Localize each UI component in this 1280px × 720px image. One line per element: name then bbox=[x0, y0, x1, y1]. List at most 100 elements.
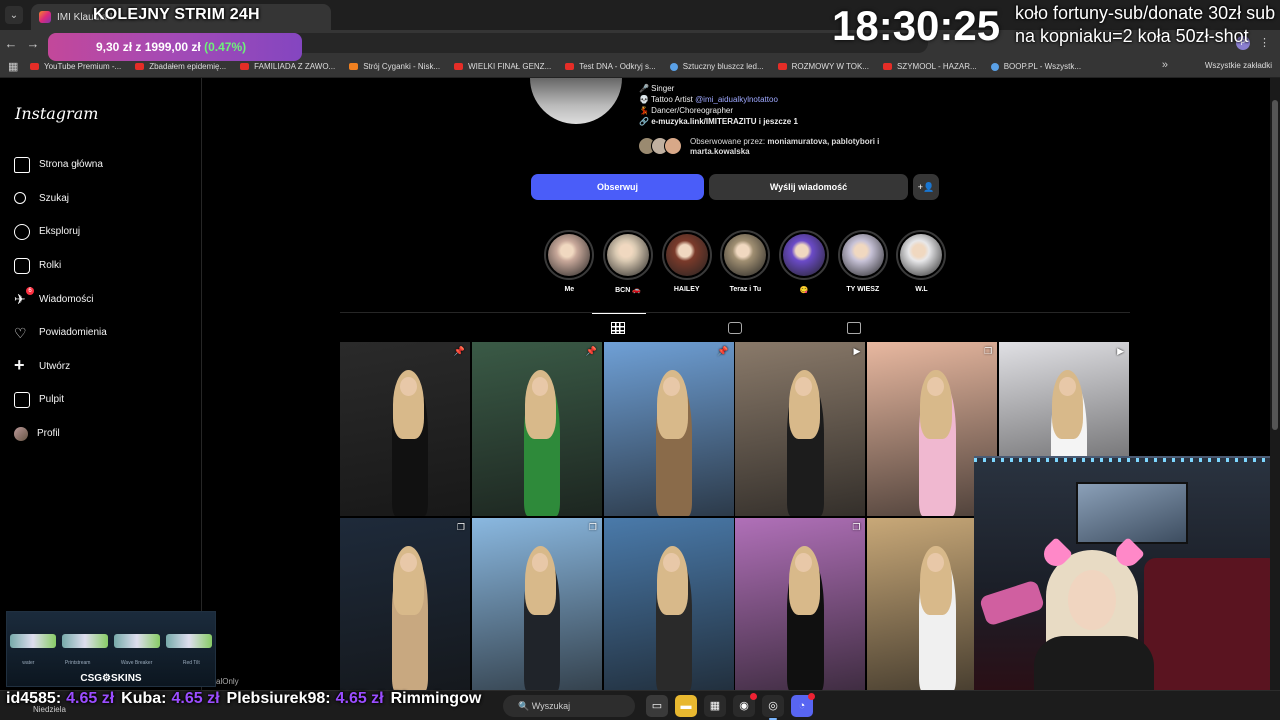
all-bookmarks-button[interactable]: Wszystkie zakładki bbox=[1205, 61, 1272, 70]
bookmark-item[interactable]: Test DNA - Odkryj s... bbox=[565, 62, 656, 71]
sidebar-item-compass[interactable]: Eksploruj bbox=[14, 215, 107, 249]
sidebar-item-messenger[interactable]: ✈ 6 Wiadomości bbox=[14, 282, 107, 316]
reel-icon: ▶ bbox=[853, 346, 861, 356]
bio-link-text[interactable]: e-muzyka.link/IMITERAZITU i jeszcze 1 bbox=[651, 117, 798, 126]
forward-icon[interactable]: → bbox=[22, 36, 44, 51]
bookmark-item[interactable]: YouTube Premium -... bbox=[30, 62, 121, 71]
taskbar-search-input[interactable]: 🔍 Wyszukaj bbox=[503, 695, 635, 717]
sidebar-item-heart[interactable]: ♡ Powiadomienia bbox=[14, 316, 107, 350]
back-icon[interactable]: ← bbox=[0, 36, 22, 51]
ad-labels: water Printstream Wave Breaker Red Tilt bbox=[7, 660, 215, 666]
followed-by[interactable]: Obserwowane przez: moniamuratova, pablot… bbox=[638, 137, 879, 157]
story-highlight[interactable]: HAILEY bbox=[657, 230, 716, 294]
sidebar-item-label: Utwórz bbox=[39, 360, 71, 372]
sidebar-item-label: Profil bbox=[37, 428, 60, 440]
discord-icon[interactable]: ◔ bbox=[791, 693, 815, 717]
taskbar-search-placeholder: Wyszukaj bbox=[531, 701, 571, 711]
bookmark-item[interactable]: ROZMOWY W TOK... bbox=[777, 62, 869, 71]
bookmarks-more-button[interactable]: » bbox=[1162, 59, 1168, 71]
bookmark-item[interactable]: BOOP.PL - Wszystk... bbox=[990, 62, 1082, 71]
send-message-button[interactable]: Wyślij wiadomość bbox=[709, 174, 908, 200]
tab-search-icon[interactable]: ⌄ bbox=[5, 6, 23, 24]
sidebar-item-plus[interactable]: + Utwórz bbox=[14, 350, 107, 384]
bookmark-label: Strój Cyganki - Nisk... bbox=[363, 62, 441, 71]
instagram-logo[interactable]: Instagram bbox=[15, 104, 98, 123]
globe-icon bbox=[669, 62, 678, 71]
sidebar-item-reels[interactable]: Rolki bbox=[14, 249, 107, 283]
globe-icon bbox=[990, 62, 999, 71]
highlight-label: BCN 🚗 bbox=[615, 287, 641, 294]
post-face bbox=[399, 552, 417, 572]
post-thumbnail[interactable]: 📌 bbox=[340, 342, 470, 516]
donation-ticker: id4585: 4.65 zł Kuba: 4.65 zł Plebsiurek98: 4… bbox=[6, 690, 481, 714]
bio-tattoo-link[interactable]: @imi_aidualkylnotattoo bbox=[695, 95, 778, 104]
post-thumbnail[interactable]: ❐ bbox=[340, 518, 470, 692]
taskview-icon[interactable]: ▭ bbox=[646, 695, 668, 717]
story-highlight[interactable]: BCN 🚗 bbox=[599, 230, 658, 294]
tab-posts-grid-icon[interactable] bbox=[592, 313, 646, 334]
bookmark-label: YouTube Premium -... bbox=[44, 62, 122, 71]
bookmark-item[interactable]: FAMILIADA Z ZAWO... bbox=[240, 62, 335, 71]
post-thumbnail[interactable]: ❐ bbox=[735, 518, 866, 692]
apps-grid-icon[interactable]: ▦ bbox=[8, 60, 20, 73]
bookmark-label: BOOP.PL - Wszystk... bbox=[1003, 62, 1082, 71]
youtube-icon bbox=[882, 63, 892, 70]
weapon-skin bbox=[166, 634, 212, 648]
pinned-icon: 📌 bbox=[453, 346, 465, 356]
bookmark-item[interactable]: SZYMOOL - HAZAR... bbox=[882, 62, 977, 71]
story-highlight[interactable]: Me bbox=[540, 230, 599, 294]
highlight-image bbox=[665, 234, 708, 276]
store-icon[interactable]: ▦ bbox=[704, 695, 726, 717]
csgo-skins-ad[interactable]: water Printstream Wave Breaker Red Tilt CSG… bbox=[6, 611, 216, 687]
sidebar-item-dashboard[interactable]: Pulpit bbox=[14, 383, 107, 417]
wall-picture bbox=[1076, 482, 1188, 544]
post-thumbnail[interactable]: ❐ bbox=[471, 518, 602, 692]
highlight-label: Teraz i Tu bbox=[729, 286, 762, 293]
highlight-image bbox=[900, 234, 943, 276]
post-thumbnail[interactable] bbox=[603, 518, 734, 692]
webcam-overlay bbox=[974, 456, 1280, 690]
sidebar-item-home[interactable]: Strona główna bbox=[14, 148, 107, 182]
youtube-icon bbox=[565, 63, 575, 70]
obs-icon[interactable]: ◉ bbox=[733, 693, 757, 717]
suggested-users-button[interactable]: +👤 bbox=[913, 174, 939, 200]
dashboard-icon bbox=[14, 391, 30, 408]
chrome-icon[interactable]: ◎ bbox=[762, 695, 784, 720]
bookmark-item[interactable]: Sztuczny bluszcz led... bbox=[669, 62, 764, 71]
story-highlight[interactable]: 😋 bbox=[775, 230, 834, 294]
youtube-icon bbox=[135, 63, 145, 70]
bio-external-link[interactable]: 🔗 e-muzyka.link/IMITERAZITU i jeszcze 1 bbox=[639, 116, 798, 127]
story-highlight[interactable]: Teraz i Tu bbox=[716, 230, 775, 294]
bio-tattoo-label: 💀 Tattoo Artist bbox=[639, 95, 696, 104]
bookmark-label: Zbadałem epidemię... bbox=[149, 62, 227, 71]
search-icon bbox=[14, 192, 26, 205]
highlight-ring bbox=[896, 230, 947, 280]
streamer-face bbox=[1068, 570, 1116, 630]
youtube-icon bbox=[30, 63, 39, 70]
highlight-ring bbox=[603, 230, 654, 280]
sidebar-item-search[interactable]: Szukaj bbox=[14, 182, 107, 216]
highlight-ring bbox=[837, 230, 888, 280]
post-thumbnail[interactable]: ▶ bbox=[735, 342, 866, 516]
scrollbar-thumb[interactable] bbox=[1272, 100, 1278, 430]
led-lights bbox=[974, 458, 1280, 462]
sidebar-item-label: Powiadomienia bbox=[39, 327, 107, 339]
tab-tagged-icon[interactable] bbox=[847, 322, 861, 334]
donation-percent: (0.47%) bbox=[204, 40, 247, 54]
sidebar-item-avatar[interactable]: Profil bbox=[14, 417, 107, 451]
follow-button[interactable]: Obserwuj bbox=[531, 174, 704, 200]
bookmark-item[interactable]: Strój Cyganki - Nisk... bbox=[349, 62, 440, 71]
bookmark-item[interactable]: WIELKI FINAŁ GENZ... bbox=[454, 62, 551, 71]
post-thumbnail[interactable]: 📌 bbox=[471, 342, 602, 516]
bookmark-item[interactable]: Zbadałem epidemię... bbox=[135, 62, 226, 71]
tab-reels-icon[interactable] bbox=[728, 322, 742, 334]
story-highlight[interactable]: TY WIESZ bbox=[833, 230, 892, 294]
post-thumbnail[interactable]: 📌 bbox=[603, 342, 734, 516]
ad-weapon-label: Printstream bbox=[64, 660, 91, 666]
microphone bbox=[978, 579, 1046, 627]
story-highlight[interactable]: W.L bbox=[892, 230, 951, 294]
explorer-icon[interactable]: ▬ bbox=[675, 695, 697, 717]
bookmark-label: Sztuczny bluszcz led... bbox=[682, 62, 764, 71]
profile-avatar[interactable] bbox=[530, 78, 622, 124]
page-scrollbar[interactable] bbox=[1270, 78, 1280, 690]
